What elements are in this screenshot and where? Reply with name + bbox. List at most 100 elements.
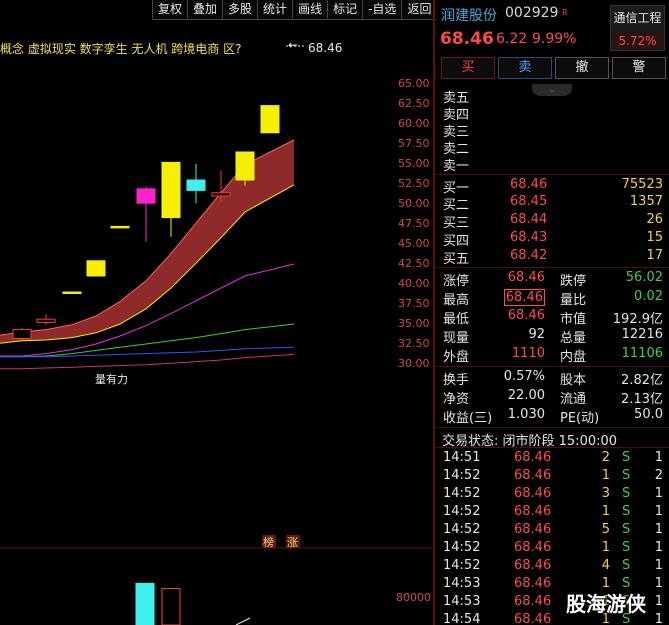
quote-label: 量比 (560, 293, 587, 308)
tick-volume: 4 (601, 558, 610, 573)
tick-price: 68.46 (514, 540, 552, 555)
bid-row[interactable]: 买二 68.45 1357 (436, 194, 669, 213)
stat-label: PE(动) (560, 411, 600, 426)
toolbar-button-fuquan[interactable]: 复权 (152, 0, 188, 20)
divider (436, 447, 669, 448)
tick-row[interactable]: 14:52 68.46 1 S 1 (436, 504, 669, 522)
ask-row[interactable]: 卖三 (436, 121, 669, 140)
ask-row[interactable]: 卖二 (436, 138, 669, 157)
price-axis-label: 52.50 (398, 177, 430, 190)
quote-value: 68.46 (503, 289, 545, 306)
candle-body (36, 318, 56, 323)
stat-value: 0.57% (503, 369, 545, 384)
price-axis-label: 35.00 (398, 317, 430, 330)
divider (436, 366, 669, 367)
toolbar-button-multi-stock[interactable]: 多股 (222, 0, 258, 20)
divider (436, 427, 669, 428)
tick-count: 1 (654, 612, 663, 625)
stat-value: 22.00 (507, 388, 545, 403)
quote-label: 跌停 (560, 274, 587, 289)
stat-value: 50.0 (634, 407, 663, 422)
tick-side: S (622, 450, 631, 465)
toolbar-button-mark[interactable]: 标记 (327, 0, 363, 20)
price-alert-button[interactable]: 警 (612, 57, 666, 79)
tick-row[interactable]: 14:52 68.46 5 S 1 (436, 522, 669, 540)
price-axis-label: 57.50 (398, 137, 430, 150)
stat-value: 2.82亿 (621, 373, 663, 388)
bid-price: 68.42 (510, 248, 548, 263)
tick-time: 14:52 (443, 558, 481, 573)
moving-average-blue (0, 346, 295, 358)
quote-label: 内盘 (560, 350, 587, 365)
tick-volume: 3 (601, 486, 610, 501)
ask-row[interactable]: 卖一 (436, 155, 669, 174)
price-axis-label: 55.00 (398, 157, 430, 170)
bid-row[interactable]: 买四 68.43 15 (436, 230, 669, 249)
sell-button[interactable]: 卖 (498, 57, 552, 79)
tick-count: 1 (654, 522, 663, 537)
price-axis-label: 42.50 (398, 257, 430, 270)
tick-time: 14:52 (443, 522, 481, 537)
quote-value: 92 (528, 327, 545, 342)
tick-row[interactable]: 14:51 68.46 2 S 1 (436, 450, 669, 468)
tick-volume: 5 (601, 522, 610, 537)
price-axis-label: 40.00 (398, 277, 430, 290)
tick-time: 14:54 (443, 612, 481, 625)
price-axis-label: 37.50 (398, 297, 430, 310)
bid-volume: 15 (646, 230, 663, 245)
tick-volume: 2 (601, 450, 610, 465)
quote-value: 0.02 (634, 289, 663, 304)
tick-side: S (622, 486, 631, 501)
tick-price: 68.46 (514, 468, 552, 483)
watermark-text: 股海游侠 (566, 592, 646, 616)
bid-volume: 1357 (629, 194, 663, 209)
axis-divider[interactable] (433, 0, 435, 625)
bid-row[interactable]: 买五 68.42 17 (436, 248, 669, 267)
tick-side: S (622, 504, 631, 519)
tick-volume: 1 (601, 540, 610, 555)
bid-price: 68.44 (510, 212, 548, 227)
tick-count: 1 (654, 558, 663, 573)
quote-label: 市值 (560, 312, 587, 327)
ask-row[interactable]: 卖四 (436, 104, 669, 123)
tick-row[interactable]: 14:52 68.46 3 S 1 (436, 486, 669, 504)
concept-tags[interactable]: 概念 虚拟现实 数字孪生 无人机 跨境电商 区? (0, 40, 241, 57)
toolbar-button-back[interactable]: 返回 (401, 0, 437, 20)
tick-row[interactable]: 14:52 68.46 1 S 1 (436, 540, 669, 558)
candle-body (211, 192, 231, 197)
toolbar-button-statistics[interactable]: 统计 (257, 0, 293, 20)
ask-row[interactable]: 卖五 (436, 87, 669, 106)
candle-body (86, 260, 106, 277)
stock-name[interactable]: 润建股份 (441, 5, 497, 25)
bid-row[interactable]: 买三 68.44 26 (436, 212, 669, 231)
cancel-order-button[interactable]: 撤 (555, 57, 609, 79)
tick-side: S (622, 522, 631, 537)
tick-price: 68.46 (514, 522, 552, 537)
candle-body (161, 161, 181, 219)
bid-price: 68.45 (510, 194, 548, 209)
toolbar-button-remove-watchlist[interactable]: -自选 (362, 0, 402, 20)
toolbar-button-draw-line[interactable]: 画线 (292, 0, 328, 20)
stat-value: 2.13亿 (621, 392, 663, 407)
buy-button[interactable]: 买 (441, 57, 495, 79)
quote-value: 12216 (621, 327, 663, 342)
bid-row[interactable]: 买一 68.46 75523 (436, 177, 669, 196)
price-axis-label: 45.00 (398, 237, 430, 250)
tick-row[interactable]: 14:52 68.46 1 S 2 (436, 468, 669, 486)
industry-change-pct: 5.72% (613, 32, 662, 50)
tick-price: 68.46 (514, 450, 552, 465)
kline-chart[interactable]: 量有力榜涨 (0, 0, 433, 625)
quote-label: 现量 (443, 331, 470, 346)
divider (436, 174, 669, 175)
divider (436, 267, 669, 268)
tick-price: 68.46 (514, 504, 552, 519)
tick-count: 1 (654, 504, 663, 519)
tick-row[interactable]: 14:52 68.46 4 S 1 (436, 558, 669, 576)
bid-volume: 26 (646, 212, 663, 227)
kline-chart-area[interactable]: 量有力榜涨 复权 叠加 多股 统计 画线 标记 -自选 返回 概念 虚拟现实 数… (0, 0, 437, 625)
industry-box[interactable]: 通信工程 5.72% (610, 5, 665, 51)
bid-price: 68.43 (510, 230, 548, 245)
industry-name: 通信工程 (613, 11, 662, 25)
tick-time: 14:52 (443, 468, 481, 483)
toolbar-button-overlay[interactable]: 叠加 (187, 0, 223, 20)
